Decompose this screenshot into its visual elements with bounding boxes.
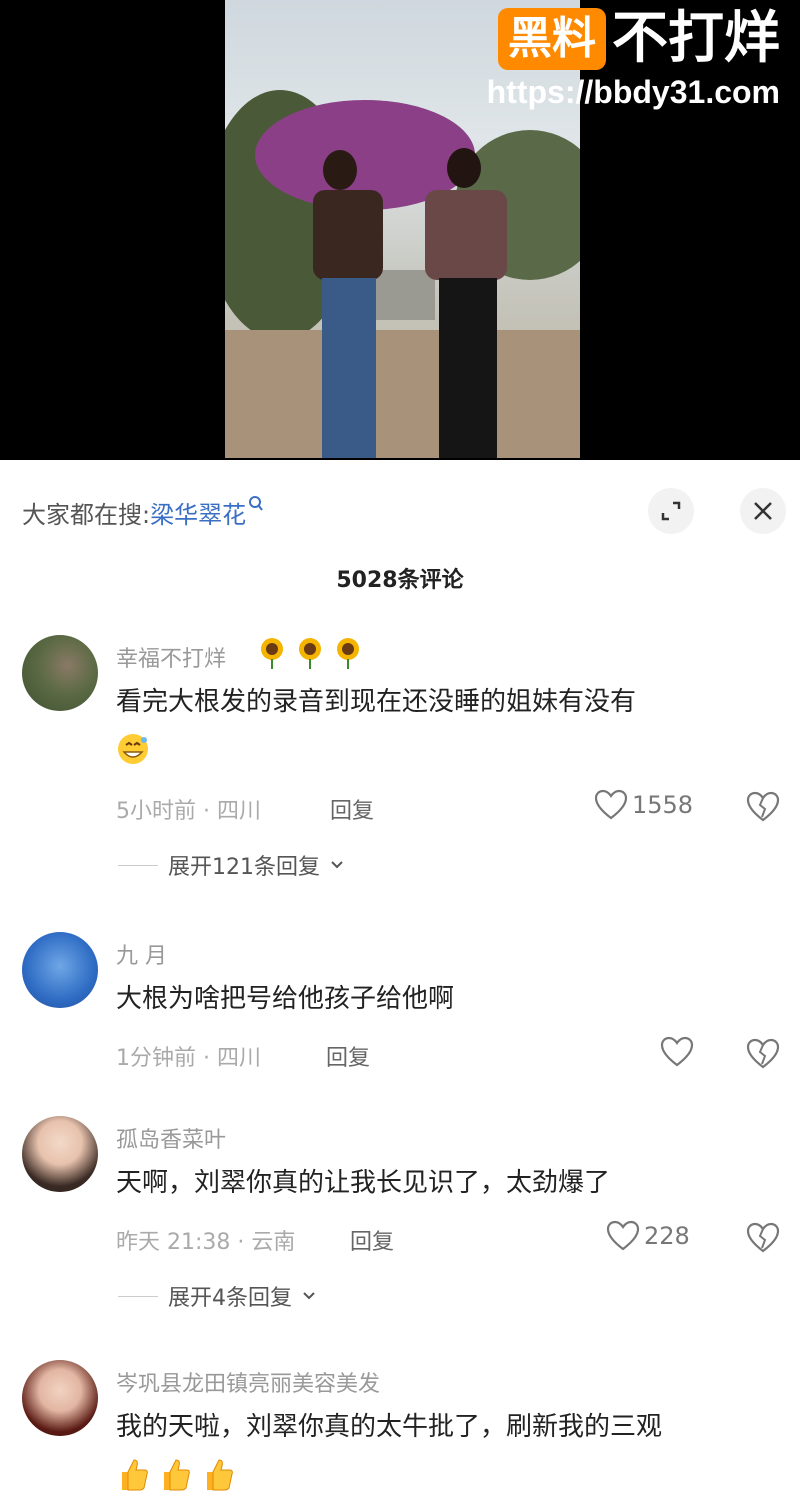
sunflower-icon <box>261 638 283 669</box>
comment-timestamp: 昨天 21:38 · 云南 <box>116 1230 296 1255</box>
sunflower-icon <box>299 638 321 669</box>
chevron-down-icon <box>303 1292 315 1300</box>
reply-button[interactable]: 回复 <box>326 1040 370 1072</box>
chevron-down-icon <box>331 861 343 869</box>
thumbs-up-emojis <box>116 1458 235 1490</box>
heart-icon[interactable] <box>660 1036 694 1068</box>
expand-replies-label: 展开4条回复 <box>168 1286 292 1311</box>
comment-body: 我的天啦，刘翠你真的太牛批了，刷新我的三观 <box>116 1412 663 1442</box>
comment-author[interactable]: 九 月 <box>116 938 167 970</box>
watermark: 黑料 不打烊 https://bbdy31.com <box>487 8 780 114</box>
avatar[interactable] <box>22 1116 98 1192</box>
expand-replies[interactable]: 展开121条回复 <box>118 849 344 881</box>
expand-icon <box>661 501 681 521</box>
reply-button[interactable]: 回复 <box>330 793 374 825</box>
expand-replies-label: 展开121条回复 <box>168 855 320 880</box>
like-count: 1558 <box>632 791 694 819</box>
comment-body: 天啊，刘翠你真的让我长见识了，太劲爆了 <box>116 1168 611 1198</box>
thumbs-up-icon <box>122 1458 148 1490</box>
like-count: 228 <box>644 1222 690 1250</box>
avatar[interactable] <box>22 932 98 1008</box>
dislike-icon[interactable] <box>746 790 780 824</box>
comments-count: 5028条评论 <box>336 568 464 593</box>
trending-search[interactable]: 大家都在搜:梁华翠花 <box>22 495 264 530</box>
search-icon <box>249 496 263 511</box>
divider <box>118 864 158 866</box>
comment-body: 看完大根发的录音到现在还没睡的姐妹有没有 <box>116 687 637 717</box>
sunflower-icon <box>337 638 359 669</box>
dislike-icon[interactable] <box>746 1221 780 1255</box>
heart-icon <box>594 789 628 820</box>
comments-panel: 大家都在搜:梁华翠花 5028条评论 幸福不打烊 看完大根发的录音到现在还没睡的… <box>0 460 800 1497</box>
close-button[interactable] <box>740 488 786 534</box>
close-icon <box>754 502 772 520</box>
dislike-icon[interactable] <box>746 1037 780 1071</box>
comment-body: 大根为啥把号给他孩子给他啊 <box>116 984 455 1014</box>
comment-text: 看完大根发的录音到现在还没睡的姐妹有没有 <box>116 679 776 771</box>
avatar[interactable] <box>22 1360 98 1436</box>
comment-author[interactable]: 岑巩县龙田镇亮丽美容美发 <box>116 1366 380 1398</box>
avatar[interactable] <box>22 635 98 711</box>
sunflower-emojis <box>258 637 362 669</box>
reply-button[interactable]: 回复 <box>350 1224 394 1256</box>
thumbs-up-icon <box>164 1458 191 1490</box>
comment-timestamp: 1分钟前 · 四川 <box>116 1046 261 1071</box>
grinning-sweat-emoji-icon <box>118 733 148 764</box>
watermark-title: 不打烊 <box>612 6 780 71</box>
watermark-badge: 黑料 <box>498 8 606 70</box>
heart-icon <box>606 1220 640 1251</box>
trending-search-prefix: 大家都在搜: <box>22 501 151 529</box>
video-player[interactable]: 黑料 不打烊 https://bbdy31.com <box>0 0 800 460</box>
comment-timestamp: 5小时前 · 四川 <box>116 799 261 824</box>
comment-text: 我的天啦，刘翠你真的太牛批了，刷新我的三观 <box>116 1404 776 1496</box>
expand-button[interactable] <box>648 488 694 534</box>
comment-author[interactable]: 孤岛香菜叶 <box>116 1122 226 1154</box>
like-button[interactable]: 228 <box>606 1220 690 1252</box>
thumbs-up-icon <box>206 1458 233 1490</box>
comment-author[interactable]: 幸福不打烊 <box>116 641 226 673</box>
trending-search-keyword[interactable]: 梁华翠花 <box>150 501 246 529</box>
expand-replies[interactable]: 展开4条回复 <box>118 1280 316 1312</box>
divider <box>118 1295 158 1297</box>
like-button[interactable]: 1558 <box>594 789 693 821</box>
watermark-url: https://bbdy31.com <box>486 74 780 110</box>
